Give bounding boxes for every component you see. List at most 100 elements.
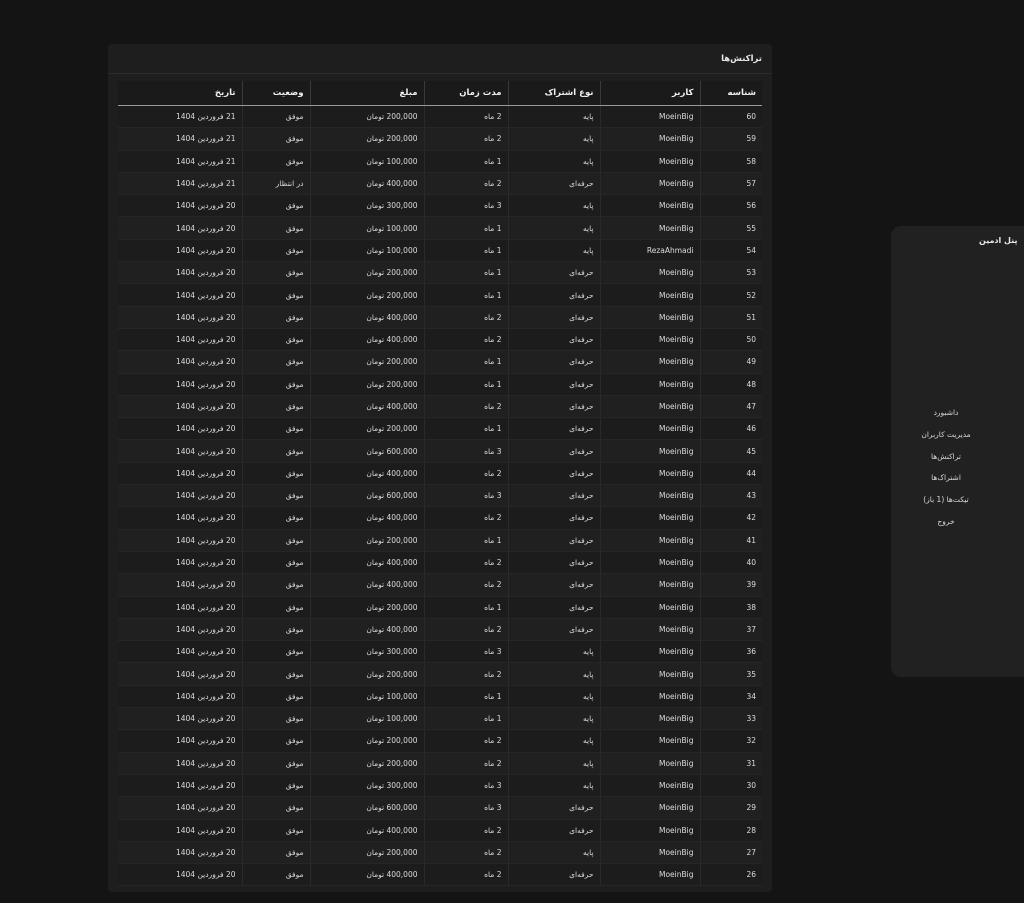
sidebar-item-dashboard[interactable]: داشبورد xyxy=(891,402,995,424)
table-row[interactable]: 32 MoeinBig پایه 2 ماه 200,000 تومان موفق 20 ف… xyxy=(118,729,762,753)
table-row[interactable]: 50 MoeinBig حرفه‌ای 2 ماه 400,000 تومان موفق 2… xyxy=(118,328,762,352)
cell-amount: 600,000 تومان xyxy=(309,796,424,820)
table-row[interactable]: 43 MoeinBig حرفه‌ای 3 ماه 600,000 تومان موفق 2… xyxy=(118,484,762,508)
sidebar-item-users[interactable]: مدیریت کاربران xyxy=(891,424,995,446)
cell-duration: 1 ماه xyxy=(423,283,508,307)
cell-plan: حرفه‌ای xyxy=(507,395,600,419)
table-row[interactable]: 28 MoeinBig حرفه‌ای 2 ماه 400,000 تومان موفق 2… xyxy=(118,819,762,842)
table-row[interactable]: 46 MoeinBig حرفه‌ای 1 ماه 200,000 تومان موفق 2… xyxy=(118,417,762,441)
table-row[interactable]: 38 MoeinBig حرفه‌ای 1 ماه 200,000 تومان موفق 2… xyxy=(118,596,762,619)
sidebar-item-subscriptions[interactable]: اشتراک‌ها xyxy=(891,467,995,489)
cell-amount: 400,000 تومان xyxy=(309,819,424,842)
table-row[interactable]: 33 MoeinBig پایه 1 ماه 100,000 تومان موفق 20 ف… xyxy=(118,707,762,731)
cell-duration: 3 ماه xyxy=(423,640,508,664)
cell-id: 31 xyxy=(699,752,762,775)
table-row[interactable]: 60 MoeinBig پایه 2 ماه 200,000 تومان موفق 21 ف… xyxy=(118,105,762,129)
cell-user: MoeinBig xyxy=(599,796,700,820)
table-row[interactable]: 44 MoeinBig حرفه‌ای 2 ماه 400,000 تومان موفق 2… xyxy=(118,462,762,486)
cell-date: 20 فروردین 1404 xyxy=(118,484,242,508)
table-row[interactable]: 30 MoeinBig پایه 3 ماه 300,000 تومان موفق 20 ف… xyxy=(118,774,762,798)
cell-duration: 2 ماه xyxy=(423,395,508,419)
cell-amount: 200,000 تومان xyxy=(309,417,424,441)
table-row[interactable]: 27 MoeinBig پایه 2 ماه 200,000 تومان موفق 20 ف… xyxy=(118,841,762,865)
cell-amount: 200,000 تومان xyxy=(309,729,424,753)
table-row[interactable]: 42 MoeinBig حرفه‌ای 2 ماه 400,000 تومان موفق 2… xyxy=(118,506,762,530)
cell-status: موفق xyxy=(241,573,310,597)
cell-date: 21 فروردین 1404 xyxy=(118,150,242,173)
col-header-plan[interactable]: نوع اشتراک xyxy=(507,81,600,106)
cell-plan: پایه xyxy=(507,662,600,686)
table-row[interactable]: 45 MoeinBig حرفه‌ای 3 ماه 600,000 تومان موفق 2… xyxy=(118,439,762,463)
cell-user: MoeinBig xyxy=(599,194,700,218)
cell-status: موفق xyxy=(241,640,310,664)
cell-status: موفق xyxy=(241,462,310,486)
col-header-date[interactable]: تاریخ xyxy=(118,81,242,106)
col-header-status[interactable]: وضعیت xyxy=(241,81,310,106)
cell-amount: 400,000 تومان xyxy=(309,172,424,196)
col-header-duration[interactable]: مدت زمان xyxy=(423,81,508,106)
cell-user: MoeinBig xyxy=(599,752,700,775)
transactions-table: شناسه کاربر نوع اشتراک مدت زمان مبلغ وضع… xyxy=(118,81,762,887)
table-row[interactable]: 48 MoeinBig حرفه‌ای 1 ماه 200,000 تومان موفق 2… xyxy=(118,373,762,396)
table-row[interactable]: 54 RezaAhmadi پایه 1 ماه 100,000 تومان موفق 20… xyxy=(118,239,762,263)
cell-amount: 200,000 تومان xyxy=(309,261,424,285)
cell-duration: 1 ماه xyxy=(423,707,508,731)
table-row[interactable]: 49 MoeinBig حرفه‌ای 1 ماه 200,000 تومان موفق 2… xyxy=(118,350,762,374)
table-row[interactable]: 34 MoeinBig پایه 1 ماه 100,000 تومان موفق 20 ف… xyxy=(118,685,762,709)
table-row[interactable]: 41 MoeinBig حرفه‌ای 1 ماه 200,000 تومان موفق 2… xyxy=(118,529,762,552)
cell-user: MoeinBig xyxy=(599,841,700,865)
cell-status: موفق xyxy=(241,841,310,865)
table-body: 60 MoeinBig پایه 2 ماه 200,000 تومان موفق 21 ف… xyxy=(118,105,762,887)
cell-status: موفق xyxy=(241,484,310,508)
cell-duration: 1 ماه xyxy=(423,261,508,285)
cell-user: MoeinBig xyxy=(599,573,700,597)
table-row[interactable]: 29 MoeinBig حرفه‌ای 3 ماه 600,000 تومان موفق 2… xyxy=(118,796,762,820)
cell-status: موفق xyxy=(241,283,310,307)
table-row[interactable]: 52 MoeinBig حرفه‌ای 1 ماه 200,000 تومان موفق 2… xyxy=(118,283,762,307)
table-row[interactable]: 56 MoeinBig پایه 3 ماه 300,000 تومان موفق 20 ف… xyxy=(118,194,762,218)
table-row[interactable]: 39 MoeinBig حرفه‌ای 2 ماه 400,000 تومان موفق 2… xyxy=(118,573,762,597)
cell-user: MoeinBig xyxy=(599,774,700,798)
cell-status: موفق xyxy=(241,529,310,552)
sidebar-item-tickets[interactable]: تیکت‌ها (1 باز) xyxy=(891,489,995,511)
sidebar-item-logout[interactable]: خروج xyxy=(891,511,995,533)
table-row[interactable]: 57 MoeinBig حرفه‌ای 2 ماه 400,000 تومان در ان… xyxy=(118,172,762,196)
cell-plan: پایه xyxy=(507,774,600,798)
cell-user: MoeinBig xyxy=(599,863,700,887)
cell-date: 20 فروردین 1404 xyxy=(118,529,242,552)
col-header-id[interactable]: شناسه xyxy=(699,81,762,106)
cell-plan: حرفه‌ای xyxy=(507,596,600,619)
table-row[interactable]: 47 MoeinBig حرفه‌ای 2 ماه 400,000 تومان موفق 2… xyxy=(118,395,762,419)
table-row[interactable]: 40 MoeinBig حرفه‌ای 2 ماه 400,000 تومان موفق 2… xyxy=(118,551,762,575)
col-header-user[interactable]: کاربر xyxy=(599,81,700,106)
table-row[interactable]: 59 MoeinBig پایه 2 ماه 200,000 تومان موفق 21 ف… xyxy=(118,127,762,151)
cell-status: موفق xyxy=(241,350,310,374)
sidebar-item-transactions[interactable]: تراکنش‌ها xyxy=(891,446,995,468)
cell-duration: 2 ماه xyxy=(423,573,508,597)
cell-plan: پایه xyxy=(507,105,600,129)
table-row[interactable]: 35 MoeinBig پایه 2 ماه 200,000 تومان موفق 20 ف… xyxy=(118,662,762,686)
col-header-amount[interactable]: مبلغ xyxy=(309,81,424,106)
cell-date: 20 فروردین 1404 xyxy=(118,819,242,842)
table-row[interactable]: 53 MoeinBig حرفه‌ای 1 ماه 200,000 تومان موفق 2… xyxy=(118,261,762,285)
cell-status: موفق xyxy=(241,261,310,285)
table-row[interactable]: 58 MoeinBig پایه 1 ماه 100,000 تومان موفق 21 ف… xyxy=(118,150,762,173)
table-row[interactable]: 36 MoeinBig پایه 3 ماه 300,000 تومان موفق 20 ف… xyxy=(118,640,762,664)
table-row[interactable]: 37 MoeinBig حرفه‌ای 2 ماه 400,000 تومان موفق 2… xyxy=(118,618,762,642)
cell-amount: 100,000 تومان xyxy=(309,685,424,709)
table-row[interactable]: 55 MoeinBig پایه 1 ماه 100,000 تومان موفق 20 ف… xyxy=(118,216,762,240)
cell-duration: 2 ماه xyxy=(423,328,508,352)
cell-user: RezaAhmadi xyxy=(599,239,700,263)
table-header-row: شناسه کاربر نوع اشتراک مدت زمان مبلغ وضع… xyxy=(118,81,762,106)
cell-date: 20 فروردین 1404 xyxy=(118,752,242,775)
cell-amount: 400,000 تومان xyxy=(309,462,424,486)
cell-amount: 200,000 تومان xyxy=(309,350,424,374)
cell-id: 47 xyxy=(699,395,762,419)
cell-id: 57 xyxy=(699,172,762,196)
cell-duration: 1 ماه xyxy=(423,239,508,263)
cell-date: 20 فروردین 1404 xyxy=(118,796,242,820)
table-row[interactable]: 31 MoeinBig پایه 2 ماه 200,000 تومان موفق 20 ف… xyxy=(118,752,762,775)
table-row[interactable]: 51 MoeinBig حرفه‌ای 2 ماه 400,000 تومان موفق 2… xyxy=(118,306,762,329)
table-row[interactable]: 26 MoeinBig حرفه‌ای 2 ماه 400,000 تومان موفق 2… xyxy=(118,863,762,887)
cell-plan: حرفه‌ای xyxy=(507,172,600,196)
